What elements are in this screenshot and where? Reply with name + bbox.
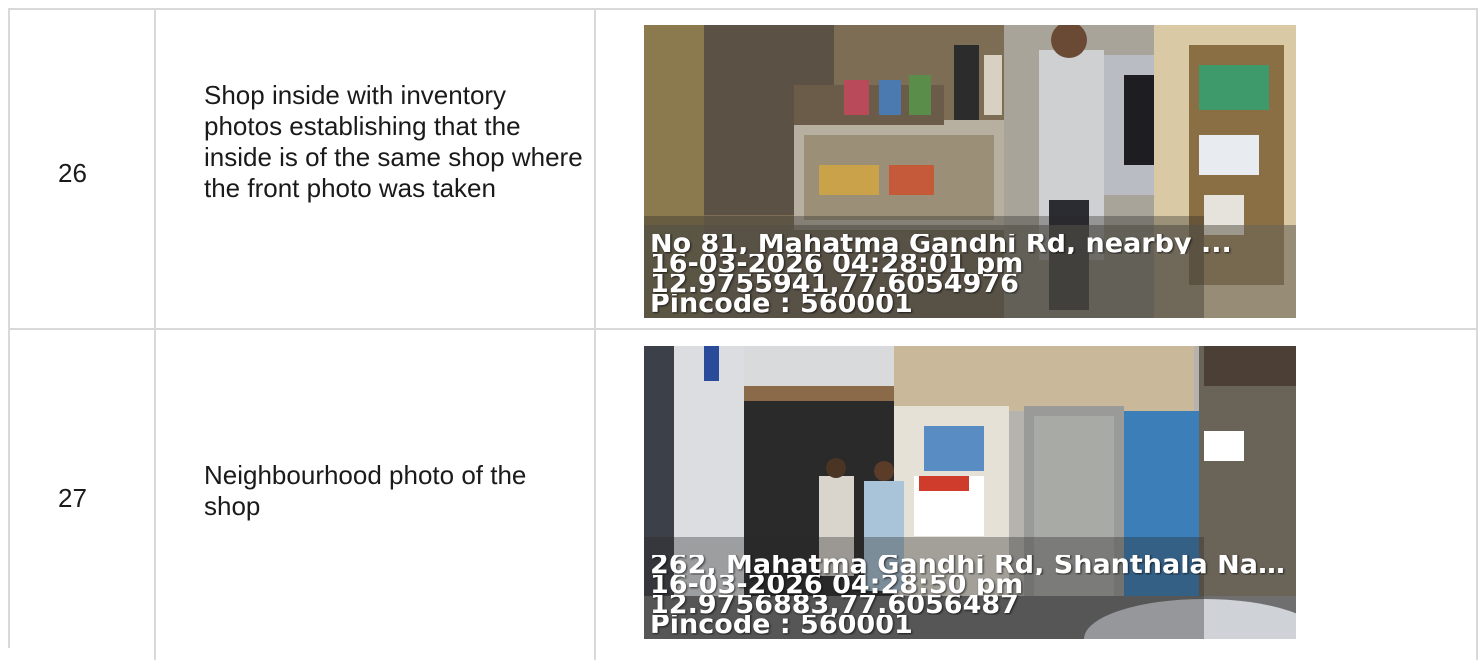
- table-row: 27 Neighbourhood photo of the shop 262, …: [10, 330, 1478, 660]
- serial-number: 26: [58, 158, 87, 188]
- photo-cell: No 81, Mahatma Gandhi Rd, nearby ... 16-…: [596, 10, 1478, 328]
- geotag-coordinates: 12.9756883,77.6056487: [650, 595, 1019, 615]
- geotag-pincode: Pincode : 560001: [650, 294, 913, 314]
- description-cell: Shop inside with inventory photos establ…: [156, 10, 596, 328]
- geotag-address: No 81, Mahatma Gandhi Rd, nearby ...: [650, 234, 1232, 254]
- serial-number: 27: [58, 483, 87, 513]
- geotag-stamp: 262, Mahatma Gandhi Rd, Shanthala Nagar,…: [644, 549, 1296, 639]
- geotag-coordinates: 12.9755941,77.6054976: [650, 274, 1019, 294]
- shop-inside-photo[interactable]: No 81, Mahatma Gandhi Rd, nearby ... 16-…: [644, 25, 1296, 318]
- geotag-stamp: No 81, Mahatma Gandhi Rd, nearby ... 16-…: [644, 228, 1296, 318]
- geotag-pincode: Pincode : 560001: [650, 615, 913, 635]
- table-row: 26 Shop inside with inventory photos est…: [10, 10, 1478, 330]
- description-text: Neighbourhood photo of the shop: [204, 460, 527, 521]
- geotag-datetime: 16-03-2026 04:28:50 pm: [650, 575, 1024, 595]
- serial-number-cell: 26: [10, 10, 156, 328]
- geotag-datetime: 16-03-2026 04:28:01 pm: [650, 254, 1024, 274]
- photo-cell: 262, Mahatma Gandhi Rd, Shanthala Nagar,…: [596, 330, 1478, 660]
- evidence-table: 26 Shop inside with inventory photos est…: [8, 8, 1478, 660]
- description-text: Shop inside with inventory photos establ…: [204, 80, 583, 203]
- neighbourhood-photo[interactable]: 262, Mahatma Gandhi Rd, Shanthala Nagar,…: [644, 346, 1296, 639]
- geotag-address: 262, Mahatma Gandhi Rd, Shanthala Nagar,…: [650, 555, 1292, 575]
- serial-number-cell: 27: [10, 330, 156, 660]
- description-cell: Neighbourhood photo of the shop: [156, 330, 596, 660]
